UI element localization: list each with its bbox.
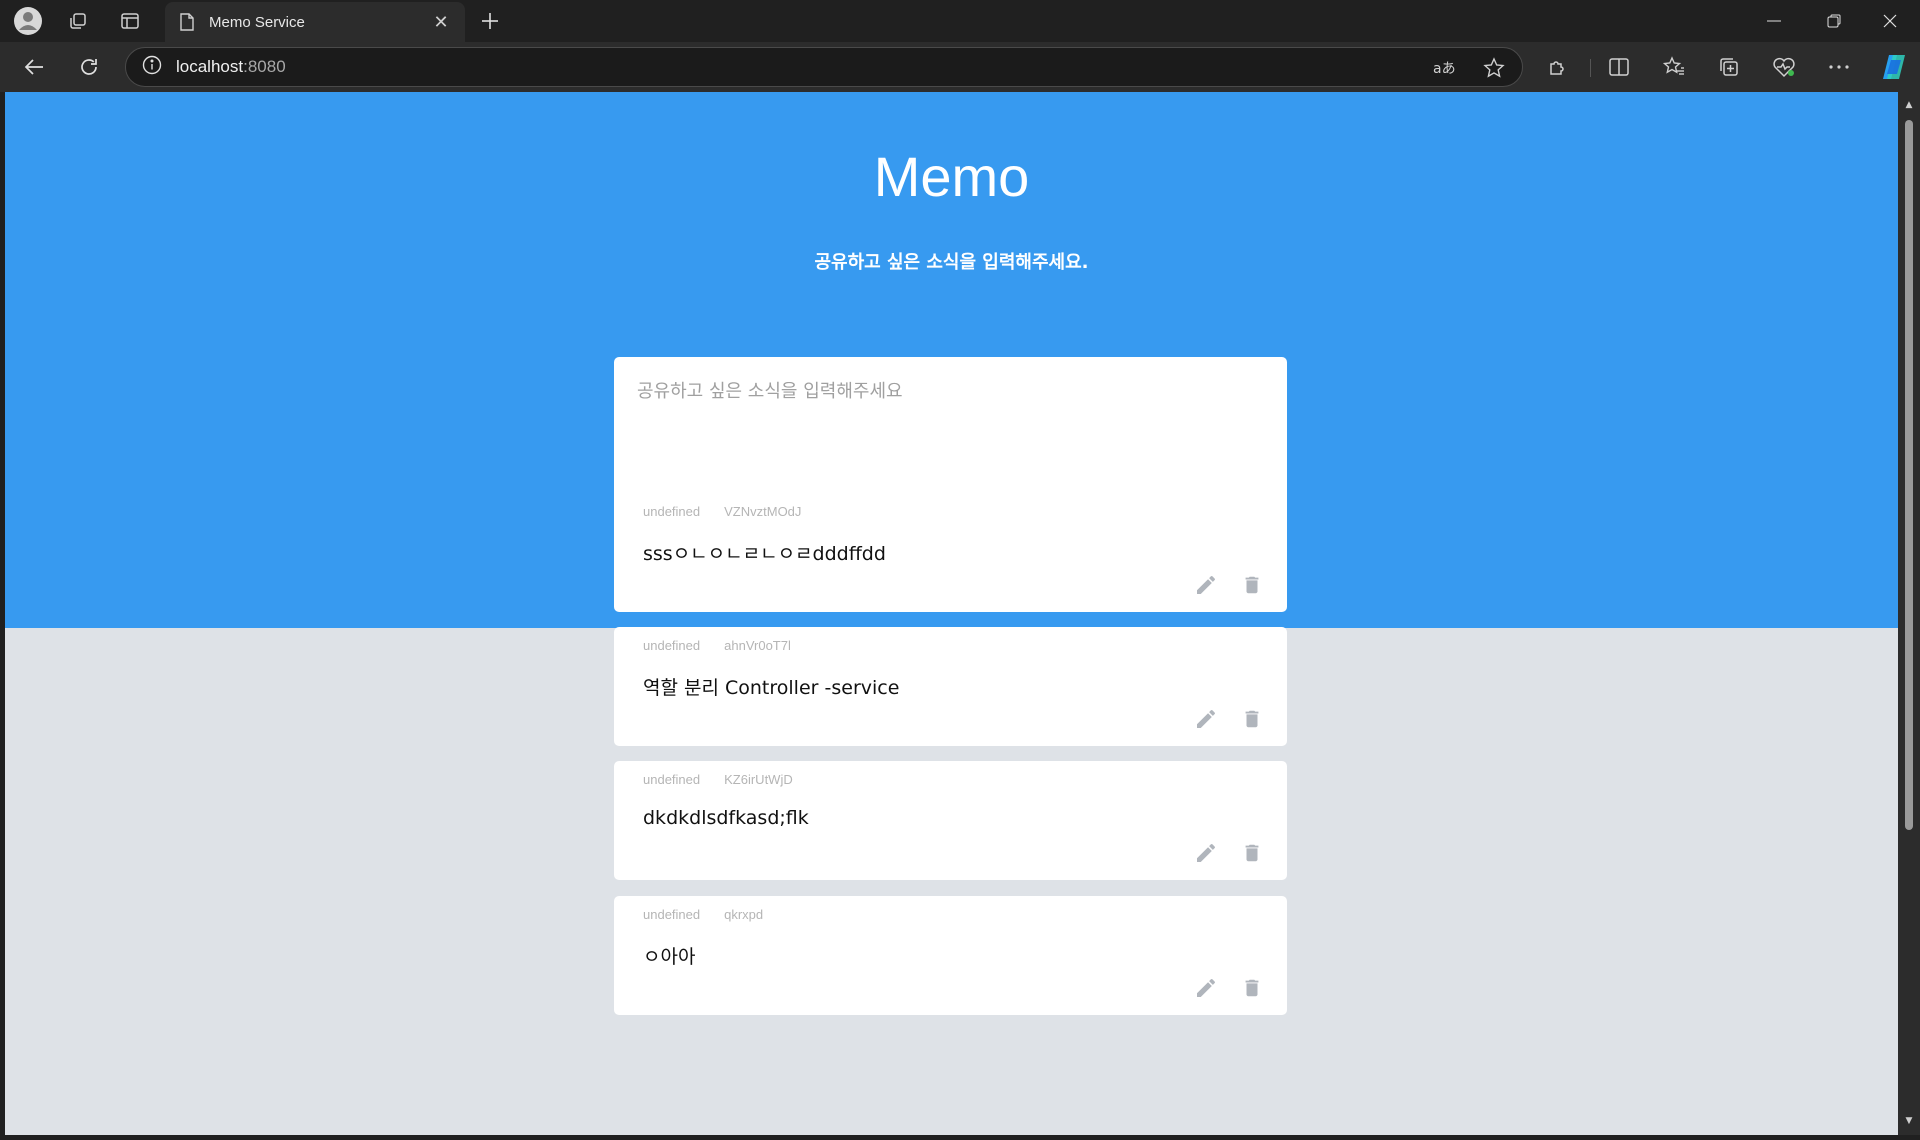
copilot-icon[interactable] bbox=[1878, 51, 1910, 83]
browser-essentials-icon[interactable] bbox=[1768, 51, 1800, 83]
scroll-down-icon[interactable]: ▼ bbox=[1904, 1116, 1914, 1126]
new-tab-icon[interactable] bbox=[474, 5, 506, 37]
scrollbar-thumb[interactable] bbox=[1905, 120, 1913, 830]
memo-id: qkrxpd bbox=[724, 907, 764, 922]
page-icon bbox=[177, 12, 197, 32]
memo-actions bbox=[1191, 973, 1267, 1003]
browser-toolbar: localhost:8080 aあ bbox=[0, 42, 1920, 92]
memo-actions bbox=[1191, 838, 1267, 868]
page-subtitle: 공유하고 싶은 소식을 입력해주세요. bbox=[814, 252, 1089, 273]
tab-title: Memo Service bbox=[209, 13, 305, 31]
memo-card: undefined ahnVr0oT7l 역할 분리 Controller -s… bbox=[614, 627, 1287, 746]
restore-icon[interactable] bbox=[1806, 0, 1862, 42]
favorites-icon[interactable] bbox=[1658, 51, 1690, 83]
memo-author: undefined bbox=[643, 638, 701, 653]
workspaces-icon[interactable] bbox=[62, 5, 94, 37]
vertical-tabs-icon[interactable] bbox=[114, 5, 146, 37]
delete-trash-icon[interactable] bbox=[1237, 704, 1267, 734]
memo-text: sssㅇㄴㅇㄴㄹㄴㅇㄹdddffdd bbox=[643, 543, 886, 565]
read-aloud-icon[interactable]: aあ bbox=[1428, 52, 1460, 84]
memo-author: undefined bbox=[643, 772, 701, 787]
profile-avatar-icon[interactable] bbox=[12, 5, 44, 37]
memo-text: ㅇ아아 bbox=[643, 946, 696, 968]
memo-id: ahnVr0oT7l bbox=[724, 638, 791, 653]
collections-icon[interactable] bbox=[1713, 51, 1745, 83]
split-screen-icon[interactable] bbox=[1603, 51, 1635, 83]
edit-pencil-icon[interactable] bbox=[1191, 838, 1221, 868]
scroll-up-icon[interactable]: ▲ bbox=[1904, 100, 1914, 110]
refresh-icon[interactable] bbox=[73, 51, 105, 83]
memo-card: undefined qkrxpd ㅇ아아 bbox=[614, 896, 1287, 1015]
memo-actions bbox=[1191, 704, 1267, 734]
page-title: Memo bbox=[873, 145, 1030, 208]
memo-meta: undefined VZNvztMOdJ bbox=[643, 504, 801, 519]
memo-id: VZNvztMOdJ bbox=[724, 504, 802, 519]
site-info-icon[interactable] bbox=[142, 55, 162, 79]
memo-id: KZ6irUtWjD bbox=[724, 772, 793, 787]
back-arrow-icon[interactable] bbox=[18, 51, 50, 83]
minimize-icon[interactable] bbox=[1746, 0, 1802, 42]
memo-author: undefined bbox=[643, 907, 701, 922]
delete-trash-icon[interactable] bbox=[1237, 838, 1267, 868]
edit-pencil-icon[interactable] bbox=[1191, 570, 1221, 600]
memo-card: undefined KZ6irUtWjD dkdkdlsdfkasd;flk bbox=[614, 761, 1287, 880]
address-bar[interactable]: localhost:8080 aあ bbox=[125, 47, 1523, 87]
edit-pencil-icon[interactable] bbox=[1191, 704, 1221, 734]
delete-trash-icon[interactable] bbox=[1237, 973, 1267, 1003]
page-scrollbar[interactable]: ▲ ▼ bbox=[1898, 92, 1920, 1135]
favorite-star-icon[interactable] bbox=[1478, 52, 1510, 84]
close-tab-icon[interactable]: ✕ bbox=[429, 12, 453, 33]
browser-titlebar: Memo Service ✕ bbox=[0, 0, 1920, 42]
url-host: localhost bbox=[176, 57, 244, 76]
memo-meta: undefined qkrxpd bbox=[643, 907, 763, 922]
extensions-icon[interactable] bbox=[1542, 51, 1574, 83]
memo-meta: undefined KZ6irUtWjD bbox=[643, 772, 793, 787]
edit-pencil-icon[interactable] bbox=[1191, 973, 1221, 1003]
delete-trash-icon[interactable] bbox=[1237, 570, 1267, 600]
toolbar-divider bbox=[1590, 59, 1591, 77]
close-window-icon[interactable] bbox=[1862, 0, 1918, 42]
svg-text:aあ: aあ bbox=[1433, 61, 1456, 77]
browser-tab[interactable]: Memo Service ✕ bbox=[165, 2, 465, 42]
memo-actions bbox=[1191, 570, 1267, 600]
memo-author: undefined bbox=[643, 504, 701, 519]
memo-text: dkdkdlsdfkasd;flk bbox=[643, 807, 809, 829]
more-options-icon[interactable] bbox=[1823, 51, 1855, 83]
memo-text: 역할 분리 Controller -service bbox=[643, 677, 900, 699]
url-port: :8080 bbox=[243, 57, 286, 76]
memo-meta: undefined ahnVr0oT7l bbox=[643, 638, 791, 653]
memo-card: undefined VZNvztMOdJ sssㅇㄴㅇㄴㄹㄴㅇㄹdddffdd bbox=[614, 493, 1287, 612]
page-viewport: Memo 공유하고 싶은 소식을 입력해주세요. undefined VZNvz… bbox=[5, 92, 1898, 1135]
